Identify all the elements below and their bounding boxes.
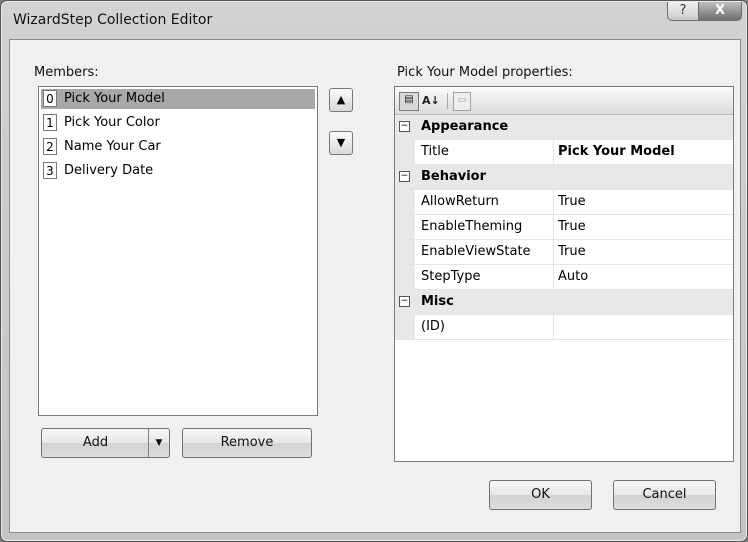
dialog-window: WizardStep Collection Editor ? X Members… bbox=[0, 0, 748, 542]
property-row[interactable]: EnableTheming True bbox=[395, 215, 733, 240]
list-item-label: Pick Your Color bbox=[64, 115, 160, 130]
property-row[interactable]: (ID) bbox=[395, 315, 733, 340]
members-label: Members: bbox=[34, 65, 99, 80]
property-name: Title bbox=[421, 144, 449, 159]
property-name: StepType bbox=[421, 269, 481, 284]
property-row[interactable]: EnableViewState True bbox=[395, 240, 733, 265]
property-row[interactable]: StepType Auto bbox=[395, 265, 733, 290]
property-value[interactable]: True bbox=[553, 215, 731, 239]
property-value[interactable]: True bbox=[553, 190, 731, 214]
window-title: WizardStep Collection Editor bbox=[13, 12, 213, 28]
property-value[interactable]: Auto bbox=[553, 265, 731, 289]
property-name: EnableViewState bbox=[421, 244, 531, 259]
list-item-label: Pick Your Model bbox=[64, 91, 165, 106]
list-item-index: 1 bbox=[43, 114, 57, 131]
category-row[interactable]: − Misc bbox=[395, 290, 733, 315]
close-button[interactable]: X bbox=[698, 2, 742, 21]
list-item-index: 0 bbox=[43, 90, 57, 107]
list-item[interactable]: 1 Pick Your Color bbox=[41, 113, 315, 133]
list-item-index: 3 bbox=[43, 162, 57, 179]
property-value[interactable]: True bbox=[553, 240, 731, 264]
arrow-down-icon: ▼ bbox=[336, 136, 346, 149]
categorized-icon[interactable]: ▤ bbox=[399, 92, 419, 111]
properties-label: Pick Your Model properties: bbox=[397, 65, 573, 80]
collapse-icon[interactable]: − bbox=[399, 296, 410, 307]
category-row[interactable]: − Appearance bbox=[395, 115, 733, 140]
members-list[interactable]: 0 Pick Your Model 1 Pick Your Color 2 Name Yo… bbox=[38, 86, 318, 416]
alphabetical-sort-icon[interactable]: A↓ bbox=[422, 92, 440, 109]
property-grid-toolbar: ▤ A↓ ▭ bbox=[395, 87, 733, 115]
property-row[interactable]: AllowReturn True bbox=[395, 190, 733, 215]
title-bar[interactable]: WizardStep Collection Editor ? X bbox=[1, 1, 747, 39]
property-value[interactable]: Pick Your Model bbox=[553, 140, 731, 164]
toolbar-separator bbox=[447, 93, 448, 109]
move-down-button[interactable]: ▼ bbox=[329, 131, 353, 155]
category-row[interactable]: − Behavior bbox=[395, 165, 733, 190]
list-item-label: Name Your Car bbox=[64, 139, 161, 154]
row-gutter bbox=[395, 140, 415, 164]
cancel-button[interactable]: Cancel bbox=[613, 480, 716, 510]
list-item-label: Delivery Date bbox=[64, 163, 154, 178]
add-button-label: Add bbox=[82, 435, 109, 450]
row-gutter bbox=[395, 215, 415, 239]
add-button[interactable]: Add ▼ bbox=[41, 428, 170, 458]
row-gutter bbox=[395, 265, 415, 289]
dialog-client-area: Members: 0 Pick Your Model 1 Pick Your Colo… bbox=[9, 39, 741, 533]
property-row[interactable]: Title Pick Your Model bbox=[395, 140, 733, 165]
property-name: (ID) bbox=[421, 319, 445, 334]
remove-button[interactable]: Remove bbox=[182, 428, 312, 458]
property-name: EnableTheming bbox=[421, 219, 523, 234]
row-gutter bbox=[395, 315, 415, 339]
category-label: Behavior bbox=[421, 169, 487, 184]
property-value[interactable] bbox=[553, 315, 731, 339]
category-label: Appearance bbox=[421, 119, 509, 134]
list-item[interactable]: 0 Pick Your Model bbox=[41, 89, 315, 109]
list-item[interactable]: 3 Delivery Date bbox=[41, 161, 315, 181]
category-label: Misc bbox=[421, 294, 454, 309]
list-item-index: 2 bbox=[43, 138, 57, 155]
property-pages-icon[interactable]: ▭ bbox=[453, 92, 471, 111]
row-gutter bbox=[395, 240, 415, 264]
property-grid: ▤ A↓ ▭ − Appearance Title Pick Your Model − B… bbox=[394, 86, 734, 462]
collapse-icon[interactable]: − bbox=[399, 171, 410, 182]
chevron-down-icon[interactable]: ▼ bbox=[148, 429, 169, 457]
property-name: AllowReturn bbox=[421, 194, 499, 209]
list-item[interactable]: 2 Name Your Car bbox=[41, 137, 315, 157]
move-up-button[interactable]: ▲ bbox=[329, 88, 353, 112]
collapse-icon[interactable]: − bbox=[399, 121, 410, 132]
ok-button[interactable]: OK bbox=[489, 480, 592, 510]
property-rows: − Appearance Title Pick Your Model − Behavior… bbox=[395, 115, 733, 340]
help-button[interactable]: ? bbox=[667, 2, 699, 21]
arrow-up-icon: ▲ bbox=[336, 93, 346, 106]
row-gutter bbox=[395, 190, 415, 214]
